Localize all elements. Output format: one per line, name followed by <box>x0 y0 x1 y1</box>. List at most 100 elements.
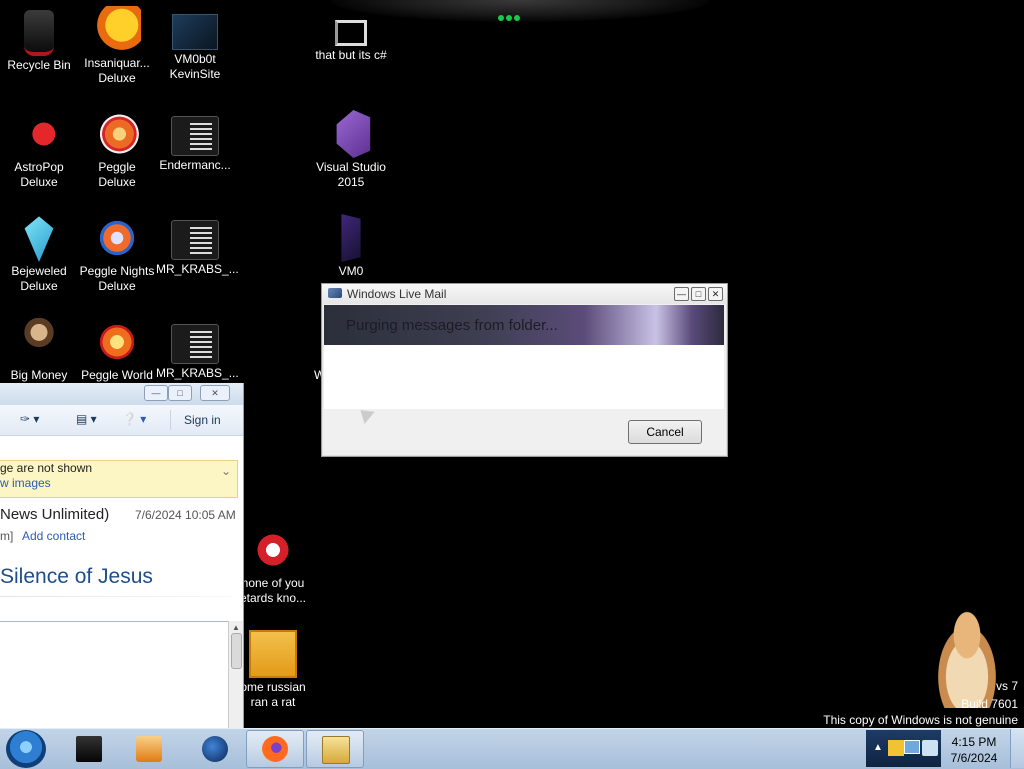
dialog-titlebar[interactable]: Windows Live Mail — □ ✕ <box>322 284 727 304</box>
desktop-icon-peggle-nights[interactable]: Peggle Nights Deluxe <box>78 214 156 294</box>
desktop-icon-that-but-its-csharp[interactable]: that but its c# <box>312 6 390 63</box>
maximize-button[interactable]: □ <box>691 287 706 301</box>
status-banner: Purging messages from folder... <box>324 305 724 345</box>
windows-live-mail-icon <box>328 288 342 298</box>
desktop-icon-vm0[interactable]: VM0 <box>312 214 390 279</box>
media-player-icon <box>136 736 162 762</box>
desktop-icon-mr-krabs-1[interactable]: MR_KRABS_... <box>156 214 239 277</box>
message-date: 7/6/2024 10:05 AM <box>135 508 236 522</box>
icon-label: none of you etards kno... <box>239 576 307 605</box>
minimize-button[interactable]: — <box>144 385 168 401</box>
peggle-nights-icon <box>93 214 141 262</box>
icon-label: VM0b0t KevinSite <box>169 52 221 81</box>
start-button[interactable] <box>6 730 46 768</box>
volume-icon[interactable] <box>922 740 938 756</box>
taskbar-globe-app[interactable] <box>186 730 244 768</box>
sender-address: m] <box>0 529 14 543</box>
bejeweled-icon <box>24 216 54 262</box>
icon-label: Visual Studio 2015 <box>316 160 386 189</box>
close-button[interactable]: ✕ <box>708 287 723 301</box>
desktop-icon-peggle-deluxe[interactable]: Peggle Deluxe <box>78 110 156 190</box>
paintbrush-icon[interactable]: ✑ ▾ <box>20 412 39 426</box>
desktop-icon-none-of-you[interactable]: none of you etards kno... <box>234 526 312 606</box>
desktop-icon-visual-studio[interactable]: Visual Studio 2015 <box>312 110 390 190</box>
icon-label: Big Money <box>10 368 68 382</box>
close-button[interactable]: ✕ <box>200 385 230 401</box>
status-leds <box>498 8 526 21</box>
show-hidden-icons-arrow[interactable]: ▲ <box>873 742 883 753</box>
desktop-icon-recycle-bin[interactable]: Recycle Bin <box>0 6 78 73</box>
icon-label: Peggle World <box>81 368 153 382</box>
purge-progress-dialog[interactable]: Windows Live Mail — □ ✕ Purging messages… <box>321 283 728 457</box>
show-images-link[interactable]: w images <box>0 476 237 491</box>
firefox-icon <box>262 736 288 762</box>
taskbar-windows-live-mail[interactable] <box>306 730 364 768</box>
add-contact-link[interactable]: Add contact <box>22 529 85 543</box>
console-app-icon <box>171 324 219 364</box>
desktop-icon-vm0b0t[interactable]: VM0b0t KevinSite <box>156 6 234 82</box>
message-body[interactable] <box>0 621 228 729</box>
maximize-button[interactable]: □ <box>168 385 192 401</box>
desktop-icon-mr-krabs-2[interactable]: MR_KRABS_... <box>156 318 239 381</box>
icon-label: that but its c# <box>315 48 387 62</box>
infobar-message: ge are not shown <box>0 461 93 475</box>
console-app-icon <box>171 220 219 260</box>
network-icon[interactable] <box>904 740 920 754</box>
message-scrollbar[interactable]: ▲ <box>228 621 243 728</box>
globe-icon <box>202 736 228 762</box>
mail-titlebar[interactable]: — □ ✕ <box>0 383 243 405</box>
scroll-up-icon[interactable]: ▲ <box>232 623 240 632</box>
icon-label: MR_KRABS_... <box>156 366 239 380</box>
icon-label: Bejeweled Deluxe <box>11 264 67 293</box>
subject-divider <box>0 596 232 597</box>
icon-label: MR_KRABS_... <box>156 262 239 276</box>
icon-label: AstroPop Deluxe <box>14 160 64 189</box>
sender-name: News Unlimited) <box>0 506 110 523</box>
taskbar-firefox[interactable] <box>246 730 304 768</box>
desktop-icon-bejeweled[interactable]: Bejeweled Deluxe <box>0 214 78 294</box>
rat-icon <box>249 630 297 678</box>
mail-app-icon <box>322 736 350 764</box>
icon-label: ome russian ran a rat <box>240 680 306 709</box>
show-desktop-button[interactable] <box>1010 729 1024 768</box>
help-icon[interactable]: ❔ ▾ <box>122 412 146 426</box>
taskbar-clock[interactable]: 4:15 PM 7/6/2024 <box>944 734 1004 766</box>
icon-label: Peggle Deluxe <box>98 160 136 189</box>
watermark-line-1: vs 7 <box>995 679 1018 693</box>
taskbar-media-player[interactable] <box>120 730 178 768</box>
watermark-line-2: Build 7601 <box>961 697 1018 711</box>
desktop-icon-endermanch[interactable]: Endermanc... <box>156 110 234 173</box>
chevron-down-icon[interactable]: ⌄ <box>221 464 231 479</box>
visual-studio-icon <box>336 110 371 158</box>
cancel-button[interactable]: Cancel <box>628 420 702 444</box>
desktop-icon-peggle-world[interactable]: Peggle World <box>78 318 156 383</box>
layout-icon[interactable]: ▤ ▾ <box>76 412 97 426</box>
red-app-icon <box>249 526 297 574</box>
hidden-icon <box>305 318 315 366</box>
flag-icon[interactable] <box>888 740 904 756</box>
minimize-button[interactable]: — <box>674 287 689 301</box>
desktop-icon-big-money[interactable]: Big Money <box>0 318 78 383</box>
desktop-icon-russian-rat[interactable]: ome russian ran a rat <box>234 630 312 710</box>
big-money-icon <box>15 318 63 366</box>
vm0-icon <box>341 214 361 262</box>
taskbar: ▲ 4:15 PM 7/6/2024 <box>0 728 1024 769</box>
icon-label: VM0 <box>338 264 364 278</box>
peggle-icon <box>93 110 141 158</box>
sign-in-button[interactable]: Sign in <box>170 410 234 430</box>
recycle-bin-icon <box>24 10 54 56</box>
blocked-images-infobar[interactable]: ge are not shown w images ⌄ <box>0 460 238 498</box>
icon-label: Insaniquar... Deluxe <box>84 56 150 85</box>
astropop-icon <box>15 110 63 158</box>
dialog-title: Windows Live Mail <box>347 287 447 301</box>
desktop-icon-insaniquarium[interactable]: Insaniquar... Deluxe <box>78 6 156 86</box>
vm-icon <box>172 14 218 50</box>
mail-toolbar: ✑ ▾ ▤ ▾ ❔ ▾ Sign in <box>0 405 243 436</box>
clock-date: 7/6/2024 <box>950 751 998 765</box>
taskbar-console-app[interactable] <box>60 730 118 768</box>
console-app-icon <box>171 116 219 156</box>
icon-label: Peggle Nights Deluxe <box>79 264 155 293</box>
shortcut-folder-icon <box>335 20 367 46</box>
desktop-icon-astropop[interactable]: AstroPop Deluxe <box>0 110 78 190</box>
scroll-thumb[interactable] <box>231 633 242 669</box>
